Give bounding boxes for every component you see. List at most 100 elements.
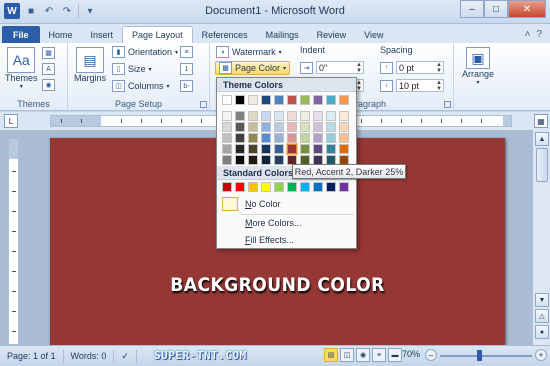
color-swatch[interactable] [248, 95, 258, 105]
color-swatch[interactable] [235, 155, 245, 165]
color-swatch[interactable] [339, 95, 349, 105]
color-swatch[interactable] [339, 122, 349, 132]
color-swatch[interactable] [313, 122, 323, 132]
color-swatch[interactable] [287, 95, 297, 105]
previous-page-icon[interactable]: △ [535, 309, 549, 323]
color-swatch[interactable] [274, 144, 284, 154]
color-swatch[interactable] [274, 182, 284, 192]
outline-icon[interactable]: ≡ [372, 348, 386, 362]
size-button[interactable]: ▯ Size ▾ [112, 62, 152, 76]
page-count[interactable]: Page: 1 of 1 [0, 349, 64, 363]
no-color-item[interactable]: No Color [217, 195, 356, 213]
spinner-arrows-icon[interactable]: ▲ ▼ [356, 80, 363, 92]
color-swatch[interactable] [222, 182, 232, 192]
color-swatch[interactable] [235, 95, 245, 105]
theme-effects-icon[interactable]: ◉ [42, 79, 55, 91]
color-swatch[interactable] [274, 111, 284, 121]
color-swatch[interactable] [300, 95, 310, 105]
color-swatch[interactable] [222, 133, 232, 143]
color-swatch[interactable] [287, 182, 297, 192]
close-icon[interactable]: ✕ [508, 0, 546, 18]
color-swatch[interactable] [274, 155, 284, 165]
themes-button[interactable]: Aa Themes ▾ [5, 47, 38, 90]
color-swatch[interactable] [248, 155, 258, 165]
color-swatch[interactable] [326, 95, 336, 105]
zoom-out-icon[interactable]: – [425, 349, 437, 361]
tab-view[interactable]: View [355, 26, 392, 43]
color-swatch[interactable] [274, 122, 284, 132]
color-swatch[interactable] [235, 133, 245, 143]
color-swatch[interactable] [287, 133, 297, 143]
zoom-level[interactable]: 70% [402, 349, 420, 359]
minimize-icon[interactable]: – [460, 0, 484, 18]
scroll-down-icon[interactable]: ▼ [535, 293, 549, 307]
color-swatch[interactable] [261, 111, 271, 121]
paragraph-launcher-icon[interactable] [444, 101, 451, 108]
color-swatch[interactable] [261, 95, 271, 105]
full-screen-reading-icon[interactable]: ◫ [340, 348, 354, 362]
color-swatch[interactable] [300, 133, 310, 143]
breaks-button[interactable]: ≡ [180, 45, 193, 59]
maximize-icon[interactable]: □ [484, 0, 508, 18]
color-swatch[interactable] [339, 182, 349, 192]
zoom-in-icon[interactable]: + [535, 349, 547, 361]
help-icon[interactable]: ? [536, 29, 542, 40]
line-numbers-button[interactable]: 1 [180, 62, 193, 76]
theme-colors-icon[interactable]: ▦ [42, 47, 55, 59]
proofing-icon[interactable]: ✓ [114, 349, 137, 363]
color-swatch[interactable] [222, 122, 232, 132]
color-swatch[interactable] [287, 122, 297, 132]
color-swatch[interactable] [235, 182, 245, 192]
color-swatch[interactable] [222, 111, 232, 121]
color-swatch[interactable] [313, 133, 323, 143]
scroll-up-icon[interactable]: ▲ [535, 132, 549, 146]
color-swatch[interactable] [222, 155, 232, 165]
tab-insert[interactable]: Insert [82, 26, 123, 43]
tab-references[interactable]: References [193, 26, 257, 43]
fill-effects-item[interactable]: Fill Effects... [217, 231, 356, 249]
vertical-ruler[interactable] [8, 138, 19, 345]
vertical-scrollbar[interactable]: ▲ ▼ △ ● [532, 130, 550, 345]
watermark-button[interactable]: ◑ Watermark ▾ [216, 45, 282, 59]
color-swatch[interactable] [235, 144, 245, 154]
color-swatch[interactable] [235, 111, 245, 121]
color-swatch[interactable] [248, 111, 258, 121]
web-layout-icon[interactable]: ◉ [356, 348, 370, 362]
draft-icon[interactable]: ▬ [388, 348, 402, 362]
color-swatch[interactable] [339, 111, 349, 121]
color-swatch[interactable] [326, 133, 336, 143]
tab-home[interactable]: Home [40, 26, 82, 43]
theme-fonts-icon[interactable]: A [42, 63, 55, 75]
spinner-arrows-icon[interactable]: ▲ ▼ [436, 80, 443, 92]
zoom-slider[interactable] [440, 355, 532, 357]
print-layout-icon[interactable]: ▤ [324, 348, 338, 362]
color-swatch[interactable] [300, 182, 310, 192]
color-swatch[interactable] [261, 155, 271, 165]
page-color-button[interactable]: ▩ Page Color ▾ [215, 61, 291, 75]
arrange-button[interactable]: ▣ Arrange ▾ [462, 47, 494, 86]
color-swatch[interactable] [339, 133, 349, 143]
color-swatch[interactable] [326, 182, 336, 192]
color-swatch[interactable] [248, 133, 258, 143]
color-swatch[interactable] [313, 144, 323, 154]
more-colors-item[interactable]: More Colors... [217, 214, 356, 232]
color-swatch[interactable] [326, 111, 336, 121]
document-heading[interactable]: BACKGROUND COLOR [73, 274, 483, 296]
color-swatch[interactable] [326, 144, 336, 154]
orientation-button[interactable]: ▮ Orientation ▾ [112, 45, 178, 59]
tab-page-layout[interactable]: Page Layout [122, 26, 193, 43]
color-swatch[interactable] [248, 122, 258, 132]
color-swatch[interactable] [248, 182, 258, 192]
color-swatch[interactable] [339, 144, 349, 154]
color-swatch[interactable] [313, 95, 323, 105]
color-swatch[interactable] [300, 144, 310, 154]
tab-file[interactable]: File [2, 26, 40, 43]
spinner-arrows-icon[interactable]: ▲ ▼ [356, 62, 363, 74]
minimize-ribbon-icon[interactable]: ˄ [525, 29, 531, 40]
indent-left-input[interactable]: 0" ▲ ▼ [316, 61, 364, 74]
color-swatch[interactable] [313, 111, 323, 121]
color-swatch[interactable] [261, 133, 271, 143]
spacing-after-input[interactable]: 10 pt ▲ ▼ [396, 79, 444, 92]
word-count[interactable]: Words: 0 [64, 349, 115, 363]
margins-button[interactable]: ▤ Margins [74, 47, 106, 83]
